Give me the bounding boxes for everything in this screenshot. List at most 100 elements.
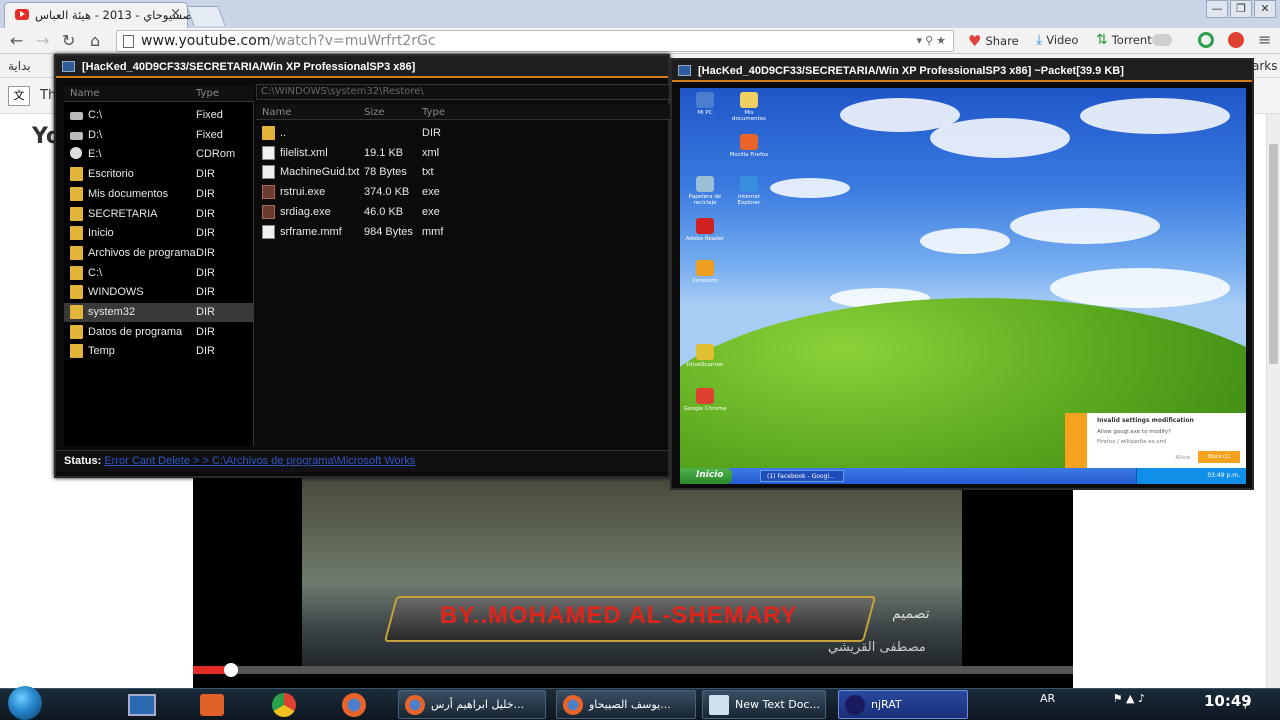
drive-row[interactable]: E:\ CDRom [64,145,254,164]
text-file-icon [262,224,275,239]
address-bar[interactable]: www.youtube.com/watch?v=muWrfrt2rGc ▾⚲★ [116,30,954,52]
drive-row[interactable]: Archivos de programa DIR [64,244,254,263]
remote-start-button[interactable]: Inicio [680,468,732,484]
cloud [1010,208,1160,244]
drive-row[interactable]: Escritorio DIR [64,165,254,184]
close-window-button[interactable]: ✕ [1254,0,1276,18]
file-type: exe [422,186,440,199]
drive-type: DIR [196,207,215,220]
video-button[interactable]: ⤓ Video [1036,32,1078,48]
remote-desktop-title[interactable]: [HacKed_40D9CF33/SECRETARIA/Win XP Profe… [672,60,1252,82]
file-row[interactable]: srdiag.exe 46.0 KB exe [256,203,670,222]
taskbar-pinned-desktop[interactable] [128,690,156,719]
torrent-button[interactable]: ⇅ Torrent [1096,32,1152,48]
desktop-shortcut-icon[interactable] [740,134,758,150]
home-icon[interactable]: ⌂ [90,31,100,50]
drives-header-name[interactable]: Name [70,88,100,99]
menu-icon[interactable]: ≡ [1258,30,1271,49]
page-scrollbar[interactable] [1266,114,1280,689]
maximize-button[interactable]: ❐ [1230,0,1252,18]
drive-row[interactable]: Inicio DIR [64,224,254,243]
scrollbar-thumb[interactable] [1269,144,1278,364]
minimize-button[interactable]: — [1206,0,1228,18]
drive-row[interactable]: Mis documentos DIR [64,185,254,204]
drive-row[interactable]: D:\ Fixed [64,126,254,145]
desktop-shortcut-icon[interactable] [696,176,714,192]
desktop-shortcut-icon[interactable] [696,260,714,276]
popup-allow-button[interactable]: Allow [1175,455,1190,461]
tray-icons[interactable]: ⚑ ▲ ♪ [1113,692,1145,705]
file-row[interactable]: .. DIR [256,124,670,143]
language-indicator[interactable]: AR [1040,692,1055,705]
taskbar-task[interactable]: njRAT [838,690,968,719]
file-name: MachineGuid.txt [280,166,360,179]
popup-block-button[interactable]: Block (1) [1198,451,1240,463]
remote-screen[interactable]: Invalid settings modification Allow goog… [680,88,1246,484]
taskbar-task[interactable]: New Text Doc... [702,690,826,719]
monitor-icon [128,693,156,716]
translate-icon[interactable]: 文 [8,86,30,106]
new-tab-button[interactable] [186,6,226,26]
toggle-switch[interactable] [1152,34,1172,46]
drive-row[interactable]: C:\ Fixed [64,106,254,125]
clock-period: م [1244,696,1251,709]
taskbar-task[interactable]: يوسف الصييحاو... [556,690,696,719]
file-row[interactable]: srframe.mmf 984 Bytes mmf [256,223,670,242]
file-row[interactable]: MachineGuid.txt 78 Bytes txt [256,163,670,182]
video-label: Video [1046,33,1079,47]
file-manager-window[interactable]: [HacKed_40D9CF33/SECRETARIA/Win XP Profe… [54,54,670,478]
files-header-type[interactable]: Type [422,107,445,118]
other-bookmarks[interactable]: arks [1252,59,1278,73]
drive-row[interactable]: SECRETARIA DIR [64,205,254,224]
cdrom-icon [70,147,82,160]
drives-pane[interactable]: Name Type C:\ Fixed D:\ Fixed E:\ CDRom Escrit… [64,86,254,446]
drive-row[interactable]: Temp DIR [64,342,254,361]
taskbar-pinned-media[interactable] [200,690,224,719]
drive-row[interactable]: system32 DIR [64,303,254,322]
drive-row[interactable]: C:\ DIR [64,264,254,283]
drive-row[interactable]: Datos de programa DIR [64,323,254,342]
desktop-shortcut-icon[interactable] [740,176,758,192]
drive-type: DIR [196,246,215,259]
video-progress-bar[interactable] [193,663,1073,677]
back-arrow-icon[interactable]: ← [10,31,23,50]
drive-name: D:\ [88,128,103,141]
status-message[interactable]: Error Cant Delete > > C:\Archivos de pro… [104,455,415,467]
file-row[interactable]: filelist.xml 19.1 KB xml [256,144,670,163]
folder-icon [70,245,83,260]
extension-icon-2[interactable] [1228,32,1244,48]
path-field[interactable]: C:\WINDOWS\system32\Restore\ [256,84,670,100]
files-header-size[interactable]: Size [364,107,385,118]
desktop-shortcut-icon[interactable] [696,344,714,360]
desktop-shortcut-icon[interactable] [696,92,714,108]
remote-task-item[interactable]: (1) Facebook - Googl... [760,470,844,482]
omnibox-actions: ▾⚲★ [916,34,949,47]
file-size: 78 Bytes [364,166,407,179]
drive-row[interactable]: WINDOWS DIR [64,283,254,302]
folder-icon [70,344,83,359]
taskbar-pinned-firefox[interactable] [342,690,366,719]
desktop-shortcut-icon[interactable] [696,218,714,234]
file-row[interactable]: rstrui.exe 374.0 KB exe [256,183,670,202]
files-header-name[interactable]: Name [262,107,292,118]
desktop-shortcut-label: Google Chrome [683,406,727,412]
share-button[interactable]: ♥ Share [968,32,1019,50]
desktop-shortcut-icon[interactable] [740,92,758,108]
forward-arrow-icon[interactable]: → [36,31,49,50]
extension-icon[interactable] [1198,32,1214,48]
bookmark-item[interactable]: بداية [8,59,31,73]
file-manager-title[interactable]: [HacKed_40D9CF33/SECRETARIA/Win XP Profe… [56,56,668,78]
security-popup[interactable]: Invalid settings modification Allow goog… [1065,413,1246,469]
desktop-shortcut-icon[interactable] [696,388,714,404]
file-name: filelist.xml [280,146,328,159]
taskbar-task[interactable]: خليل ابراهيم أرس... [398,690,546,719]
browser-tab[interactable]: صسيوحاي - 2013 - هيئة العباس × [4,2,192,28]
remote-desktop-window[interactable]: [HacKed_40D9CF33/SECRETARIA/Win XP Profe… [670,58,1254,490]
drives-header-type[interactable]: Type [196,88,219,99]
task-label: خليل ابراهيم أرس... [431,698,525,711]
reload-icon[interactable]: ↻ [62,31,75,50]
tab-close-icon[interactable]: × [170,6,181,21]
start-orb-icon[interactable] [8,686,42,720]
progress-scrubber[interactable] [223,663,238,677]
taskbar-pinned-chrome[interactable] [272,690,296,719]
